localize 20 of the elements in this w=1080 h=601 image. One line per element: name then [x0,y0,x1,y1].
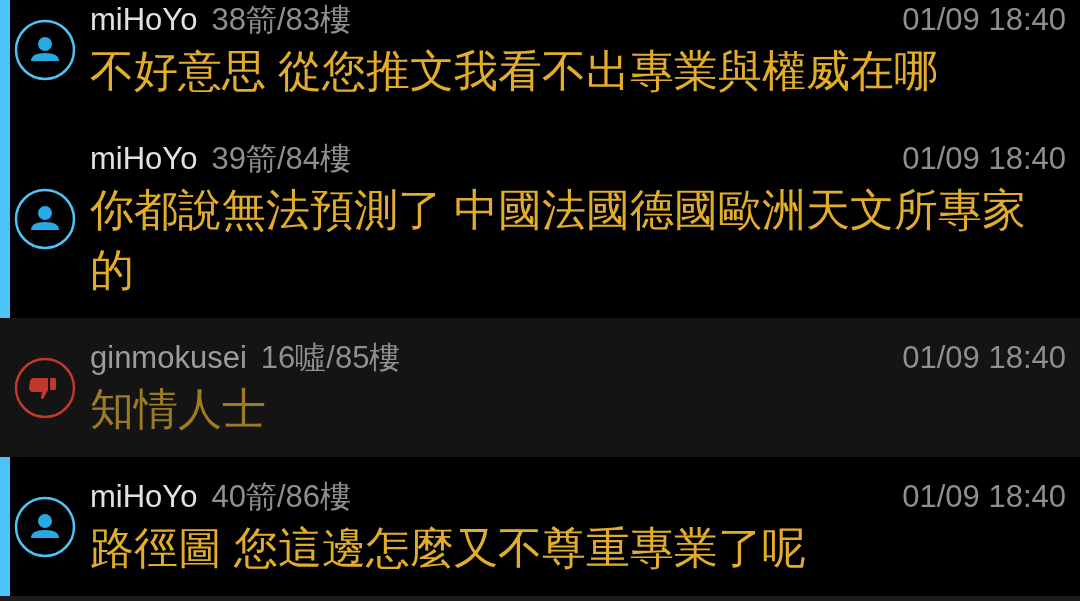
timestamp: 01/09 18:40 [902,338,1066,377]
comment-text: 不好意思 從您推文我看不出專業與權威在哪 [90,45,940,97]
username: miHoYo [90,477,198,516]
floor-count: 39箭/84樓 [211,139,351,178]
user-icon [14,495,76,558]
comment-text: 你都說無法預測了 中國法國德國歐洲天文所專家的 [90,184,1028,296]
timestamp: 01/09 18:40 [902,139,1066,178]
username: ginmokusei [90,338,247,377]
comment-text: 知情人士 [90,383,267,435]
user-icon [14,18,76,81]
floor-count: 40箭/86樓 [211,477,351,516]
username: miHoYo [90,0,198,39]
username: miHoYo [90,139,198,178]
thumbs-down-icon [14,356,76,419]
timestamp: 01/09 18:40 [902,0,1066,39]
floor-count: 38箭/83樓 [211,0,351,39]
user-icon [14,187,76,250]
timestamp: 01/09 18:40 [902,477,1066,516]
floor-count: 16噓/85樓 [260,338,401,377]
comment-text: 路徑圖 您這邊怎麼又不尊重專業了呢 [90,522,808,574]
